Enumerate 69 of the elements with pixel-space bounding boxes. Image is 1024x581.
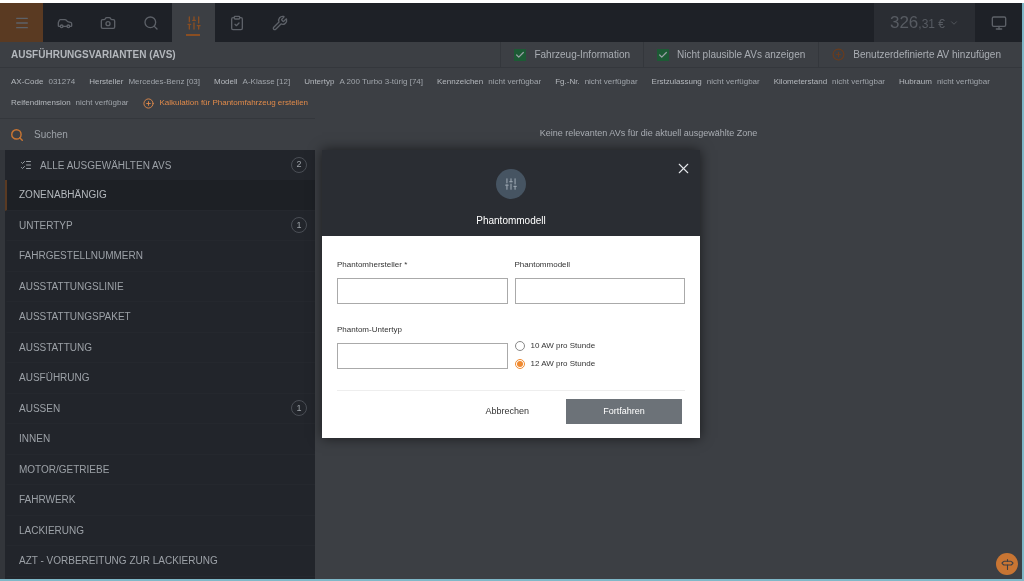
info-label: Erstzulassung — [651, 76, 702, 88]
sidebar-item[interactable]: MOTOR/GETRIEBE — [5, 454, 315, 485]
section-title: AUSFÜHRUNGSVARIANTEN (AVS) — [11, 47, 176, 62]
nav-tab[interactable] — [172, 3, 215, 42]
info-label: Reifendimension — [11, 97, 71, 109]
radio-label: 10 AW pro Stunde — [530, 340, 596, 352]
sidebar-item[interactable]: AUSSTATTUNGSLINIE — [5, 271, 315, 302]
empty-message: Keine relevanten AVs für die aktuell ausgewählte Zone — [539, 127, 758, 141]
search-icon — [10, 127, 24, 142]
input-field[interactable] — [514, 278, 685, 304]
sidebar-item[interactable]: FAHRGESTELLNUMMERN — [5, 241, 315, 272]
camera-icon — [99, 14, 116, 31]
cancel-button[interactable]: Abbrechen — [485, 404, 529, 419]
radio-label: 12 AW pro Stunde — [530, 358, 596, 370]
signpost-icon[interactable] — [996, 553, 1018, 575]
info-label: Kilometerstand — [773, 76, 828, 88]
sidebar-item[interactable]: AUSSTATTUNG — [5, 332, 315, 363]
sidebar-item[interactable]: AUSFÜHRUNG — [5, 363, 315, 394]
sliders-icon — [185, 14, 202, 31]
input-field[interactable] — [337, 278, 508, 304]
monitor-icon — [990, 14, 1007, 31]
tools-icon — [271, 14, 288, 31]
sidebar-header[interactable]: ALLE AUSGEWÄHLTEN AVS 2 — [5, 150, 315, 180]
option-label: Fahrzeug-Information — [534, 48, 631, 62]
checkbox[interactable] — [657, 48, 670, 61]
sidebar-item[interactable]: UNTERTYP 1 — [5, 210, 315, 241]
sidebar-item[interactable]: FAHRWERK — [5, 485, 315, 516]
active-indicator — [186, 34, 200, 36]
info-value: nicht verfügbar — [832, 76, 885, 88]
info-label: AX-Code — [11, 76, 44, 88]
info-value: nicht verfügbar — [488, 76, 542, 88]
field-label: Phantomhersteller * — [337, 259, 409, 271]
phantom-link[interactable]: Kalkulation für Phantomfahrzeug erstellen — [159, 97, 309, 109]
input-field[interactable] — [337, 343, 508, 369]
sidebar-item[interactable]: ZONENABHÄNGIG — [5, 180, 315, 211]
info-value: A 200 Turbo 3-türig [74] — [339, 76, 423, 88]
list-icon — [20, 159, 32, 171]
info-label: Kennzeichen — [437, 76, 484, 88]
dialog-title: Phantommodell — [476, 214, 546, 228]
add-icon — [832, 48, 846, 61]
info-value: nicht verfügbar — [75, 97, 129, 109]
info-value: 031274 — [48, 76, 76, 88]
info-label: Hersteller — [89, 76, 124, 88]
add-icon — [142, 97, 154, 109]
info-value: nicht verfügbar — [936, 76, 990, 88]
info-value: nicht verfügbar — [706, 76, 760, 88]
option-label: Benutzerdefinierte AV hinzufügen — [853, 48, 1001, 62]
field-label: Phantom-Untertyp — [337, 324, 403, 336]
sidebar-item[interactable]: LACKIERUNG — [5, 515, 315, 546]
search-icon — [142, 14, 159, 31]
info-label: Untertyp — [304, 76, 335, 88]
info-label: Modell — [214, 76, 238, 88]
clipboard-check-icon — [228, 14, 245, 31]
checkbox[interactable] — [514, 48, 527, 61]
search-field[interactable]: Suchen — [34, 127, 315, 142]
info-label: Fg.-Nr. — [555, 76, 580, 88]
field-label: Phantommodell — [514, 259, 572, 271]
sliders-icon — [496, 169, 526, 199]
info-value: nicht verfügbar — [584, 76, 638, 88]
nav-tab[interactable] — [0, 3, 43, 42]
info-label: Hubraum — [899, 76, 932, 88]
info-value: A-Klasse [12] — [242, 76, 291, 88]
info-value: Mercedes-Benz [03] — [128, 76, 200, 88]
sidebar-item[interactable]: AUSSTATTUNGSPAKET — [5, 302, 315, 333]
option-label: Nicht plausible AVs anzeigen — [677, 48, 806, 62]
sidebar-item[interactable]: INNEN — [5, 424, 315, 455]
continue-button[interactable]: Fortfahren — [566, 399, 682, 424]
sidebar-item[interactable]: AUSSEN 1 — [5, 393, 315, 424]
sidebar-item[interactable]: AZT - VORBEREITUNG ZUR LACKIERUNG — [5, 546, 315, 577]
